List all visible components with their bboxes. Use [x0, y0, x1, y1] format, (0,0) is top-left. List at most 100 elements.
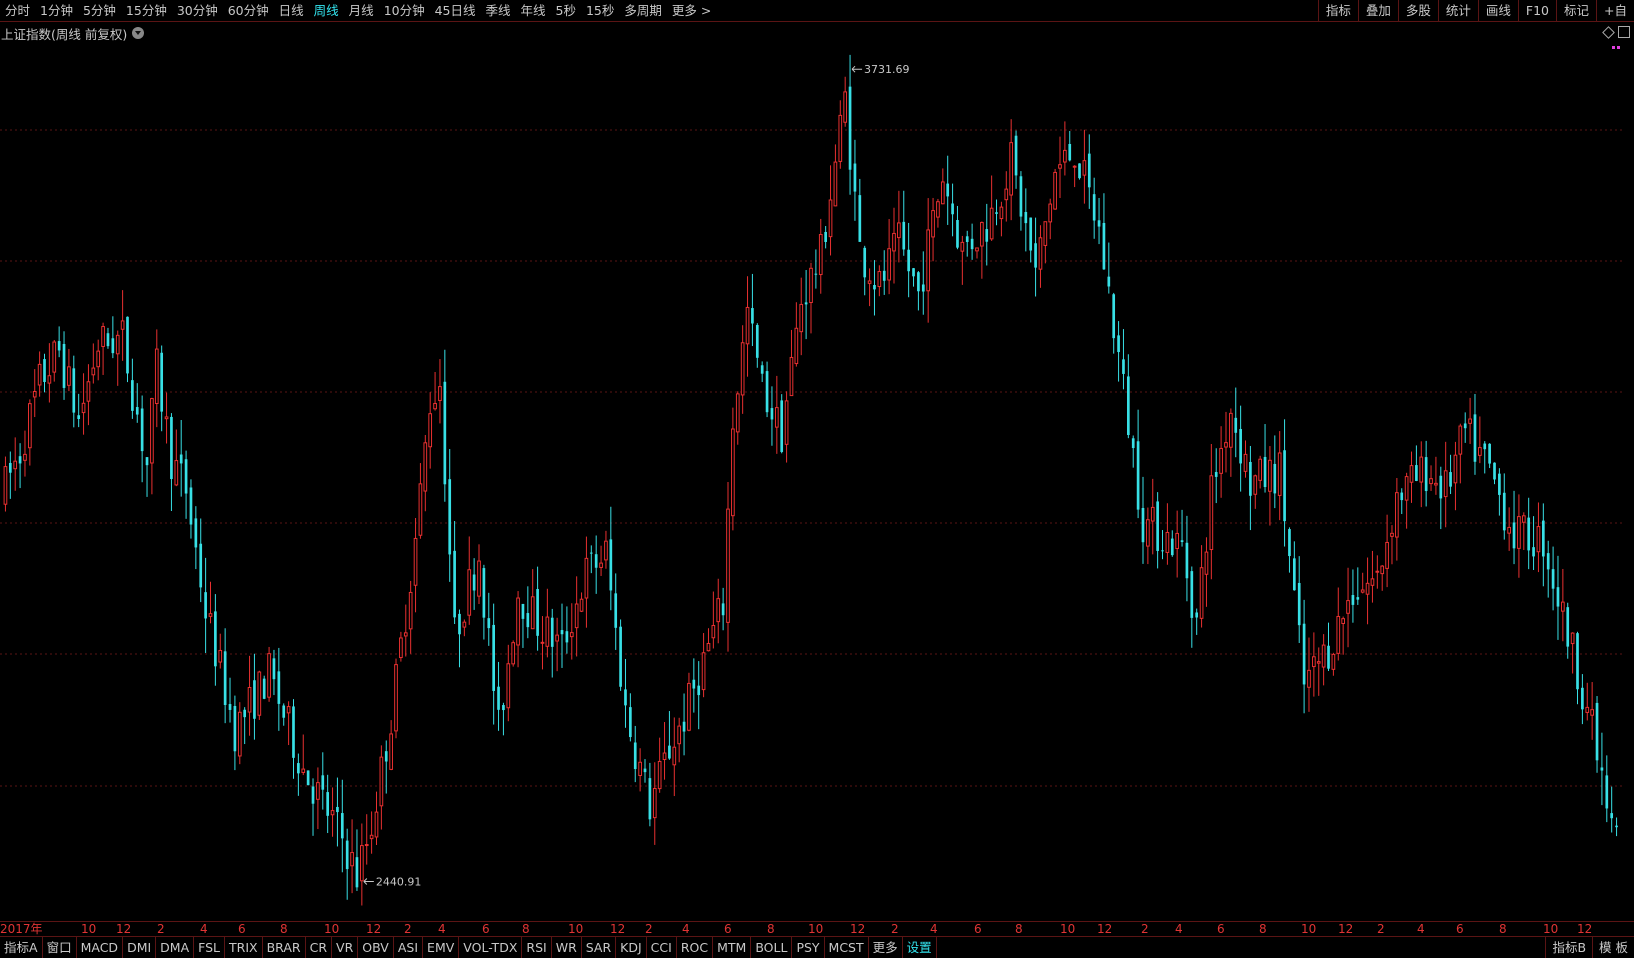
period-tab-8[interactable]: 月线 — [344, 0, 379, 21]
time-axis-label: 8 — [1015, 922, 1023, 936]
candle — [1404, 472, 1409, 529]
candle — [780, 394, 784, 454]
period-tab-12[interactable]: 年线 — [516, 0, 551, 21]
candle — [413, 517, 418, 613]
candle-body — [237, 711, 242, 757]
kline-chart[interactable]: 3731.69 2440.91 — [0, 0, 1634, 958]
candle-body — [257, 671, 262, 716]
indicator-tab-15[interactable]: WR — [552, 937, 582, 958]
candle-body — [755, 324, 759, 358]
period-tab-0[interactable]: 分时 — [0, 0, 35, 21]
candle-body — [316, 782, 320, 800]
indicator-tab-21[interactable]: BOLL — [751, 937, 793, 958]
time-axis-label: 8 — [767, 922, 775, 936]
indicator-tab-12[interactable]: EMV — [423, 937, 460, 958]
candle — [120, 290, 125, 361]
period-tab-14[interactable]: 15秒 — [581, 0, 619, 21]
candle — [648, 762, 652, 827]
tool-button-6[interactable]: 标记 — [1556, 0, 1596, 21]
period-tab-11[interactable]: 季线 — [481, 0, 516, 21]
indicator-tab-4[interactable]: DMA — [156, 937, 195, 958]
candle — [584, 536, 589, 628]
indicator-tab-7[interactable]: BRAR — [263, 937, 306, 958]
candle-body — [668, 745, 671, 759]
period-tab-9[interactable]: 10分钟 — [379, 0, 430, 21]
candle-body — [135, 407, 139, 415]
indicator-tab-25[interactable]: 设置 — [903, 937, 937, 958]
candle-body — [735, 393, 740, 433]
candle — [1141, 476, 1145, 564]
period-tab-7[interactable]: 周线 — [309, 0, 344, 21]
candle-body — [770, 408, 774, 420]
candle — [487, 592, 491, 646]
candle — [599, 545, 603, 576]
candle-body — [1229, 412, 1233, 448]
indicator-tab-10[interactable]: OBV — [358, 937, 394, 958]
window-icon[interactable] — [1618, 26, 1630, 38]
tool-button-7[interactable]: +自 — [1596, 0, 1634, 21]
indicator-tab-6[interactable]: TRIX — [225, 937, 263, 958]
candle — [1053, 168, 1057, 210]
period-tab-3[interactable]: 15分钟 — [121, 0, 172, 21]
period-tab-1[interactable]: 1分钟 — [35, 0, 78, 21]
candle-body — [745, 306, 750, 345]
indicator-toolbar: 指标A 窗口 MACD DMI DMA FSL TRIX BRAR CR VR OBV ASI EMV V… — [0, 936, 1634, 958]
indicator-tab-19[interactable]: ROC — [677, 937, 714, 958]
candle-body — [1439, 475, 1443, 499]
indicator-tab-17[interactable]: KDJ — [616, 937, 647, 958]
candle — [697, 661, 701, 730]
candle — [297, 753, 300, 796]
indicator-tab-24[interactable]: 更多 — [869, 937, 903, 958]
tool-button-3[interactable]: 统计 — [1437, 0, 1478, 21]
candle-body — [1195, 612, 1199, 618]
indicator-right-tab-1[interactable]: 模 板 — [1592, 937, 1634, 958]
period-tab-16[interactable]: 更多 > — [667, 0, 716, 21]
candle-body — [1346, 600, 1350, 614]
candle-body — [887, 248, 891, 281]
diamond-icon[interactable] — [1602, 26, 1614, 38]
indicator-tab-3[interactable]: DMI — [123, 937, 157, 958]
indicator-tab-11[interactable]: ASI — [394, 937, 424, 958]
tool-button-1[interactable]: 叠加 — [1357, 0, 1398, 21]
period-tab-6[interactable]: 日线 — [274, 0, 309, 21]
tool-button-0[interactable]: 指标 — [1317, 0, 1358, 21]
indicator-tab-2[interactable]: MACD — [77, 937, 124, 958]
candle — [67, 348, 71, 392]
tool-button-5[interactable]: F10 — [1517, 0, 1556, 21]
indicator-tab-23[interactable]: MCST — [825, 937, 869, 958]
indicator-tab-9[interactable]: VR — [332, 937, 359, 958]
candle — [1258, 455, 1263, 489]
period-tab-4[interactable]: 30分钟 — [172, 0, 223, 21]
period-tab-13[interactable]: 5秒 — [551, 0, 581, 21]
candle-body — [145, 457, 149, 466]
more-dots-icon[interactable] — [1612, 38, 1624, 49]
candle — [32, 369, 37, 418]
indicator-tab-8[interactable]: CR — [306, 937, 333, 958]
indicator-tab-18[interactable]: CCI — [647, 937, 677, 958]
tool-button-4[interactable]: 画线 — [1477, 0, 1518, 21]
indicator-tab-0[interactable]: 指标A — [0, 937, 43, 958]
indicator-tab-20[interactable]: MTM — [713, 937, 752, 958]
period-tab-2[interactable]: 5分钟 — [78, 0, 121, 21]
candle-body — [731, 428, 735, 517]
period-tab-15[interactable]: 多周期 — [619, 0, 667, 21]
tool-button-2[interactable]: 多股 — [1397, 0, 1438, 21]
indicator-tab-13[interactable]: VOL-TDX — [459, 937, 523, 958]
candle-body — [1415, 465, 1418, 482]
candle-body — [697, 685, 701, 696]
indicator-tab-16[interactable]: SAR — [582, 937, 617, 958]
candle — [701, 633, 706, 698]
period-tab-10[interactable]: 45日线 — [430, 0, 481, 21]
indicator-right-tab-0[interactable]: 指标B — [1545, 937, 1592, 958]
indicator-tab-1[interactable]: 窗口 — [43, 937, 77, 958]
indicator-tab-5[interactable]: FSL — [194, 937, 226, 958]
candle-body — [3, 466, 8, 505]
indicator-tab-14[interactable]: RSI — [522, 937, 552, 958]
period-tab-5[interactable]: 60分钟 — [223, 0, 274, 21]
indicator-tab-22[interactable]: PSY — [792, 937, 825, 958]
chevron-down-icon[interactable] — [132, 27, 145, 39]
candle — [804, 270, 808, 340]
candle — [286, 701, 291, 746]
low-price-label: 2440.91 — [376, 875, 422, 888]
candle — [1072, 165, 1077, 188]
